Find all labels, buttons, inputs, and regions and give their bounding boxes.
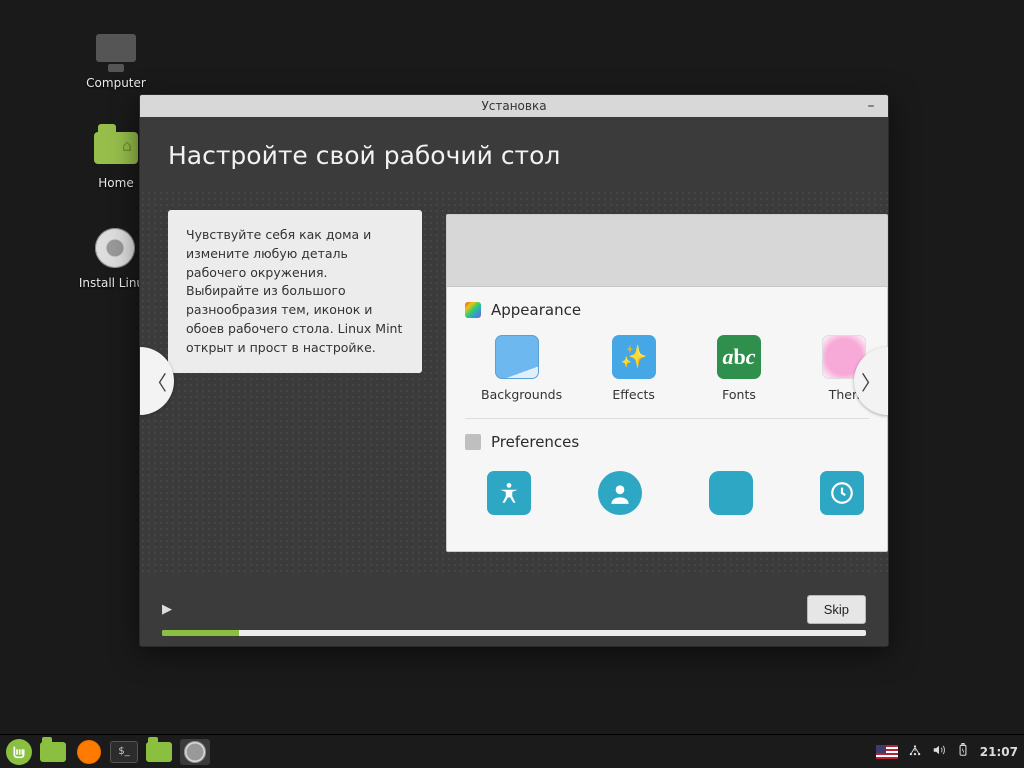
installer-footer: ▶ Skip — [140, 572, 888, 646]
section-title: Appearance — [491, 301, 581, 319]
taskbar-installer-button[interactable] — [180, 739, 210, 765]
appearance-icon — [465, 302, 481, 318]
folder-home-icon — [92, 124, 140, 172]
titlebar[interactable]: Установка – — [140, 95, 888, 117]
panel-header — [447, 215, 887, 287]
window-title: Установка — [481, 99, 546, 113]
install-progress-fill — [162, 630, 239, 636]
computer-icon — [92, 24, 140, 72]
tile-preference-4[interactable] — [814, 471, 869, 523]
tile-account[interactable] — [592, 471, 647, 523]
account-icon — [598, 471, 642, 515]
installer-window: Установка – Настройте свой рабочий стол … — [139, 94, 889, 647]
battery-icon[interactable] — [956, 743, 970, 760]
tile-label: Effects — [609, 387, 658, 402]
start-menu-button[interactable] — [6, 739, 32, 765]
disc-icon — [91, 224, 139, 272]
slide-description: Чувствуйте себя как дома и измените любу… — [168, 210, 422, 373]
section-title: Preferences — [491, 433, 579, 451]
taskbar-terminal-button[interactable]: $_ — [110, 741, 138, 763]
minimize-button[interactable]: – — [862, 97, 880, 115]
desktop-icon-label: Computer — [72, 76, 160, 90]
tile-effects[interactable]: ✨ Effects — [609, 335, 658, 402]
clock[interactable]: 21:07 — [980, 745, 1018, 759]
desktop-icon-computer[interactable]: Computer — [72, 24, 160, 90]
slide-heading: Настройте свой рабочий стол — [168, 141, 860, 170]
date-time-icon — [820, 471, 864, 515]
preferences-section: Preferences — [447, 419, 887, 531]
volume-icon[interactable] — [932, 743, 946, 760]
slide-heading-area: Настройте свой рабочий стол — [140, 117, 888, 190]
tile-preference-3[interactable] — [703, 471, 758, 523]
fonts-icon: abc — [717, 335, 761, 379]
tile-backgrounds[interactable]: Backgrounds — [481, 335, 553, 402]
keyboard-layout-indicator[interactable] — [876, 745, 898, 759]
tile-label: Backgrounds — [481, 387, 553, 402]
effects-icon: ✨ — [612, 335, 656, 379]
slide-content: Чувствуйте себя как дома и измените любу… — [140, 190, 888, 572]
taskbar-files2-button[interactable] — [144, 739, 174, 765]
system-tray: 21:07 — [876, 743, 1018, 760]
applet-icon — [709, 471, 753, 515]
tile-accessibility[interactable] — [481, 471, 536, 523]
taskbar-files-button[interactable] — [38, 739, 68, 765]
backgrounds-icon — [495, 335, 539, 379]
slideshow-play-button[interactable]: ▶ — [162, 602, 172, 617]
install-progressbar — [162, 630, 866, 636]
tile-label: Fonts — [714, 387, 763, 402]
accessibility-icon — [487, 471, 531, 515]
taskbar-firefox-button[interactable] — [74, 739, 104, 765]
appearance-section: Appearance Backgrounds ✨ Effects abc — [447, 287, 887, 410]
preferences-icon — [465, 434, 481, 450]
skip-button[interactable]: Skip — [807, 595, 866, 624]
settings-preview-panel: Appearance Backgrounds ✨ Effects abc — [446, 214, 888, 552]
tile-fonts[interactable]: abc Fonts — [714, 335, 763, 402]
taskbar: $_ 21:07 — [0, 734, 1024, 768]
network-icon[interactable] — [908, 743, 922, 760]
